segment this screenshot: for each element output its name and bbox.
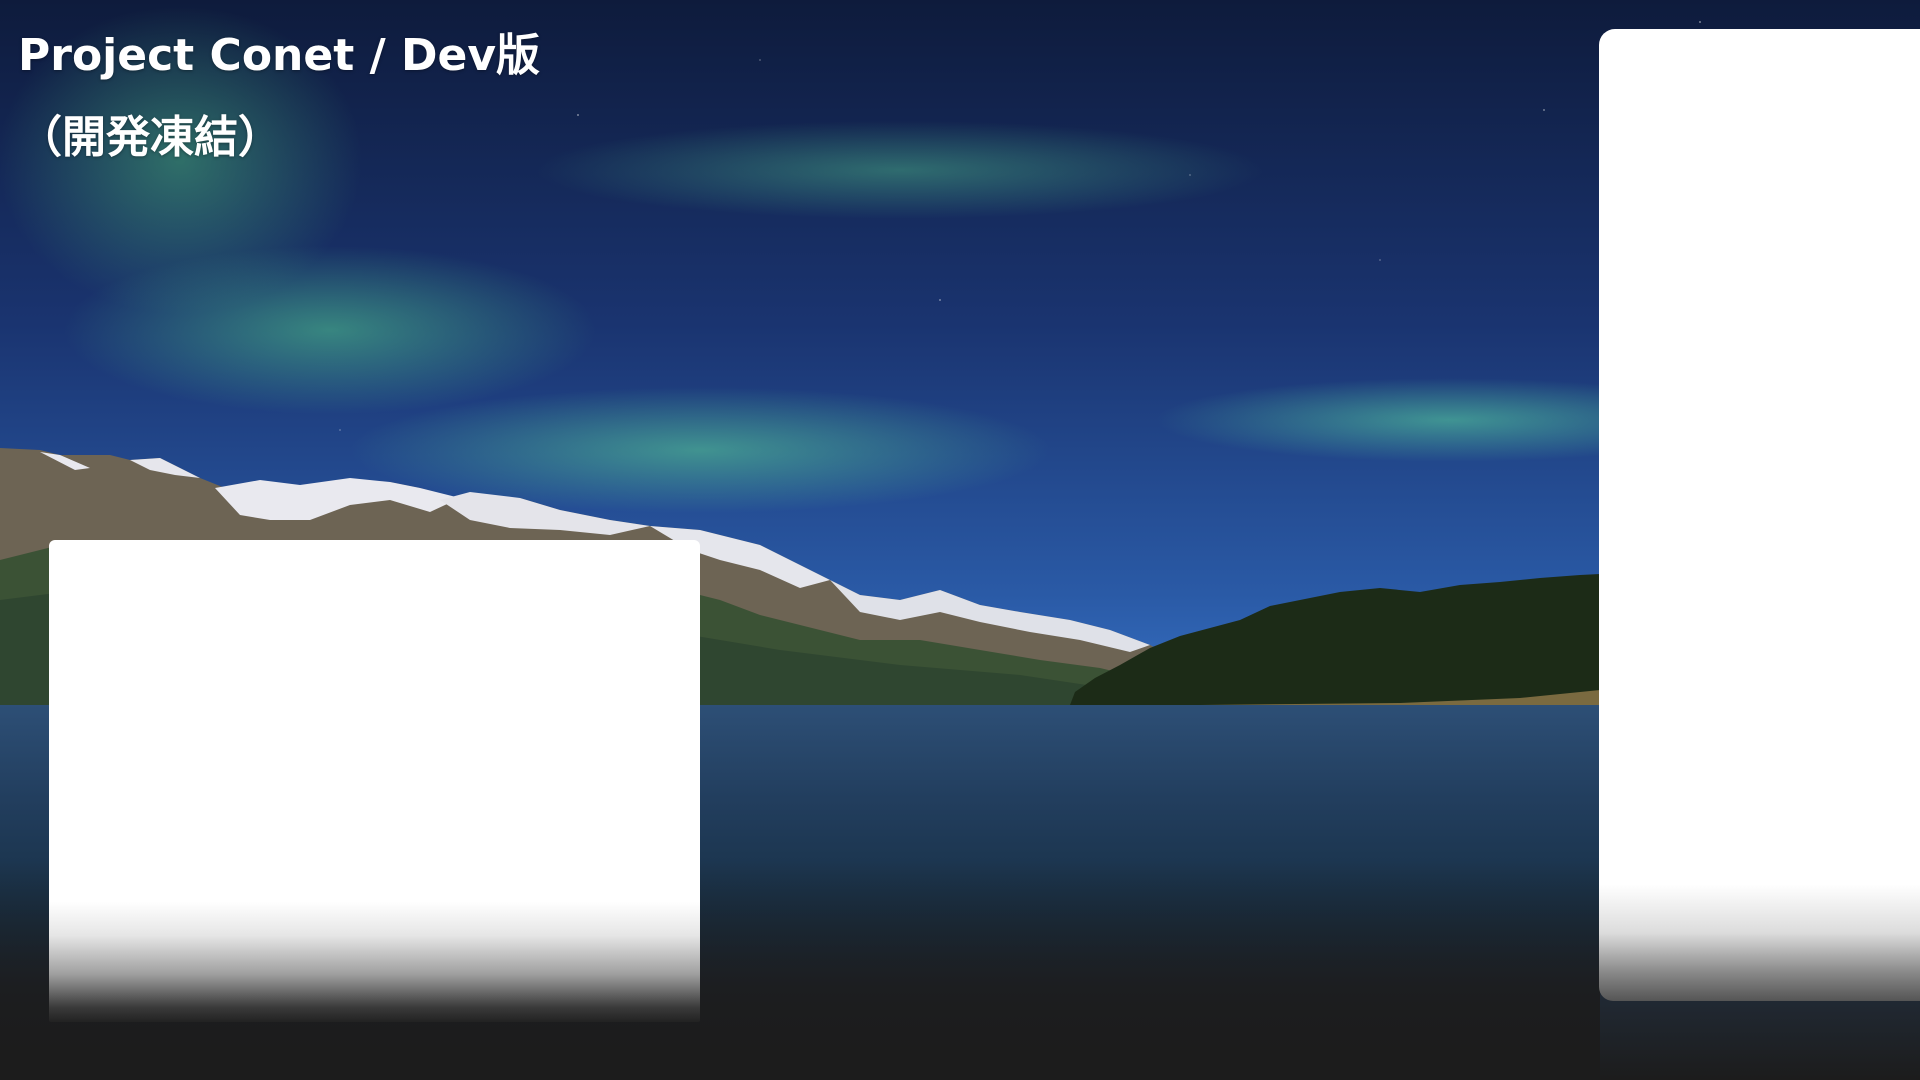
app-title: Project Conet / Dev版 (18, 30, 541, 81)
right-side-panel (1599, 29, 1920, 1001)
left-content-panel (49, 540, 700, 1022)
desktop: Project Conet / Dev版 （開発凍結） (0, 0, 1920, 1080)
title-block: Project Conet / Dev版 （開発凍結） (18, 26, 540, 168)
app-status-subtitle: （開発凍結） (18, 112, 282, 163)
